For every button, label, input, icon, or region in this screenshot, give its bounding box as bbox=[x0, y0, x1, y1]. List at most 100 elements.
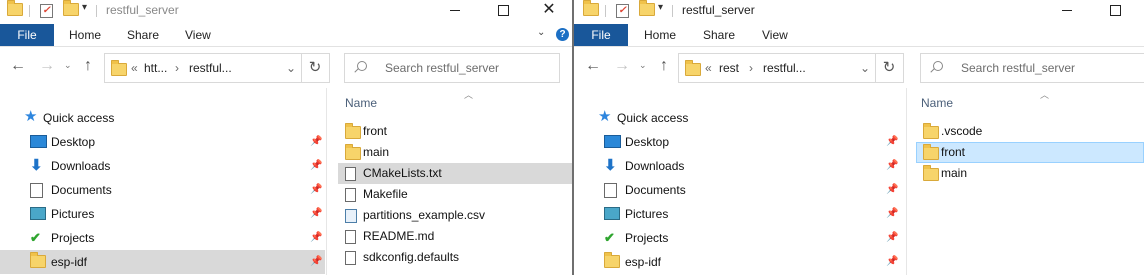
title-bar[interactable]: ✓ ▾ restful_server bbox=[574, 0, 1144, 22]
navigation-bar: ← → ⌄ ↑ « rest › restful... ⌄ ↻ Search r… bbox=[574, 52, 1144, 83]
address-overflow-icon[interactable]: « bbox=[705, 61, 712, 75]
nav-item-projects[interactable]: ✔ Projects 📌 bbox=[0, 226, 325, 250]
new-folder-icon[interactable] bbox=[639, 0, 655, 16]
maximize-button[interactable] bbox=[1092, 0, 1138, 22]
nav-item-label: Quick access bbox=[43, 111, 115, 125]
ribbon-tabs: File Home Share View bbox=[574, 24, 1144, 47]
pane-splitter[interactable] bbox=[906, 88, 907, 275]
breadcrumb-segment[interactable]: restful... bbox=[763, 61, 806, 75]
breadcrumb-separator-icon[interactable]: › bbox=[175, 61, 179, 75]
nav-item-pictures[interactable]: Pictures 📌 bbox=[0, 202, 325, 226]
file-name: front bbox=[941, 145, 966, 159]
folder-icon bbox=[604, 252, 620, 268]
breadcrumb-separator-icon[interactable]: › bbox=[749, 61, 753, 75]
list-item[interactable]: CMakeLists.txt bbox=[338, 163, 572, 184]
file-name: Makefile bbox=[363, 187, 408, 201]
desktop-icon bbox=[604, 135, 621, 148]
pin-icon[interactable]: 📌 bbox=[886, 232, 898, 243]
nav-item-documents[interactable]: Documents 📌 bbox=[0, 178, 325, 202]
back-icon[interactable]: ← bbox=[585, 57, 601, 75]
address-overflow-icon[interactable]: « bbox=[131, 61, 138, 75]
tab-view[interactable]: View bbox=[185, 24, 211, 46]
nav-item-esp-idf[interactable]: esp-idf 📌 bbox=[574, 250, 906, 274]
back-icon[interactable]: ← bbox=[10, 57, 26, 75]
tab-home[interactable]: Home bbox=[644, 24, 676, 46]
folder-icon bbox=[111, 60, 127, 76]
pin-icon[interactable]: 📌 bbox=[886, 184, 898, 195]
nav-item-label: esp-idf bbox=[625, 255, 662, 269]
pin-icon[interactable]: 📌 bbox=[886, 160, 898, 171]
refresh-button[interactable]: ↻ bbox=[301, 53, 330, 83]
search-placeholder: Search restful_server bbox=[961, 61, 1076, 75]
properties-icon[interactable]: ✓ bbox=[40, 4, 53, 18]
refresh-button[interactable]: ↻ bbox=[875, 53, 904, 83]
nav-item-projects[interactable]: ✔ Projects 📌 bbox=[574, 226, 906, 250]
column-header-name[interactable]: Name bbox=[345, 96, 377, 110]
minimize-button[interactable] bbox=[1044, 0, 1090, 22]
new-folder-icon[interactable] bbox=[63, 0, 79, 16]
search-input[interactable]: Search restful_server bbox=[344, 53, 560, 83]
pin-icon[interactable]: 📌 bbox=[310, 208, 322, 219]
recent-locations-dropdown-icon[interactable]: ⌄ bbox=[64, 60, 72, 71]
recent-locations-dropdown-icon[interactable]: ⌄ bbox=[639, 60, 647, 71]
expand-ribbon-icon[interactable]: ⌄ bbox=[537, 27, 545, 38]
list-item[interactable]: .vscode bbox=[916, 121, 1144, 142]
tab-view[interactable]: View bbox=[762, 24, 788, 46]
tab-file[interactable]: File bbox=[0, 24, 54, 46]
maximize-button[interactable] bbox=[480, 0, 526, 22]
pin-icon[interactable]: 📌 bbox=[310, 160, 322, 171]
nav-item-label: Downloads bbox=[625, 159, 685, 173]
list-item[interactable]: main bbox=[338, 142, 572, 163]
pin-icon[interactable]: 📌 bbox=[886, 208, 898, 219]
nav-item-downloads[interactable]: ⬇ Downloads 📌 bbox=[0, 154, 325, 178]
list-item[interactable]: front bbox=[338, 121, 572, 142]
pin-icon[interactable]: 📌 bbox=[310, 256, 322, 267]
up-icon[interactable]: ↑ bbox=[660, 57, 668, 75]
up-icon[interactable]: ↑ bbox=[84, 57, 92, 75]
minimize-button[interactable] bbox=[432, 0, 478, 22]
nav-item-quick-access[interactable]: ★ Quick access bbox=[574, 106, 906, 130]
column-header-name[interactable]: Name bbox=[921, 96, 953, 110]
pin-icon[interactable]: 📌 bbox=[310, 184, 322, 195]
tab-file[interactable]: File bbox=[574, 24, 628, 46]
pin-icon[interactable]: 📌 bbox=[886, 136, 898, 147]
nav-item-desktop[interactable]: Desktop 📌 bbox=[574, 130, 906, 154]
tab-share[interactable]: Share bbox=[703, 24, 735, 46]
nav-item-downloads[interactable]: ⬇ Downloads 📌 bbox=[574, 154, 906, 178]
breadcrumb-segment[interactable]: restful... bbox=[189, 61, 232, 75]
list-item[interactable]: main bbox=[916, 163, 1144, 184]
file-name: README.md bbox=[363, 229, 435, 243]
nav-item-esp-idf[interactable]: esp-idf 📌 bbox=[0, 250, 325, 274]
address-dropdown-icon[interactable]: ⌄ bbox=[860, 61, 870, 75]
quick-access-toolbar-dropdown-icon[interactable]: ▾ bbox=[658, 2, 663, 13]
pin-icon[interactable]: 📌 bbox=[310, 136, 322, 147]
list-item[interactable]: partitions_example.csv bbox=[338, 205, 572, 226]
title-bar[interactable]: ✓ ▾ restful_server ✕ bbox=[0, 0, 572, 22]
nav-item-quick-access[interactable]: ★ Quick access bbox=[0, 106, 325, 130]
close-button[interactable]: ✕ bbox=[526, 0, 572, 22]
breadcrumb-segment[interactable]: htt... bbox=[144, 61, 167, 75]
pin-icon[interactable]: 📌 bbox=[310, 232, 322, 243]
pin-icon[interactable]: 📌 bbox=[886, 256, 898, 267]
nav-item-pictures[interactable]: Pictures 📌 bbox=[574, 202, 906, 226]
properties-icon[interactable]: ✓ bbox=[616, 4, 629, 18]
breadcrumb-segment[interactable]: rest bbox=[719, 61, 739, 75]
list-item[interactable]: README.md bbox=[338, 226, 572, 247]
search-input[interactable]: Search restful_server bbox=[920, 53, 1144, 83]
address-bar[interactable]: « htt... › restful... ⌄ bbox=[104, 53, 302, 83]
list-item[interactable]: front bbox=[916, 142, 1144, 163]
nav-item-desktop[interactable]: Desktop 📌 bbox=[0, 130, 325, 154]
search-placeholder: Search restful_server bbox=[385, 61, 500, 75]
nav-item-documents[interactable]: Documents 📌 bbox=[574, 178, 906, 202]
tab-share[interactable]: Share bbox=[127, 24, 159, 46]
list-item[interactable]: Makefile bbox=[338, 184, 572, 205]
pane-splitter[interactable] bbox=[326, 88, 327, 275]
address-dropdown-icon[interactable]: ⌄ bbox=[286, 61, 296, 75]
list-item[interactable]: sdkconfig.defaults bbox=[338, 247, 572, 268]
tab-home[interactable]: Home bbox=[69, 24, 101, 46]
address-bar[interactable]: « rest › restful... ⌄ bbox=[678, 53, 876, 83]
quick-access-toolbar-dropdown-icon[interactable]: ▾ bbox=[82, 2, 87, 13]
help-icon[interactable]: ? bbox=[556, 28, 569, 41]
forward-icon[interactable]: → bbox=[614, 57, 630, 75]
forward-icon[interactable]: → bbox=[39, 57, 55, 75]
